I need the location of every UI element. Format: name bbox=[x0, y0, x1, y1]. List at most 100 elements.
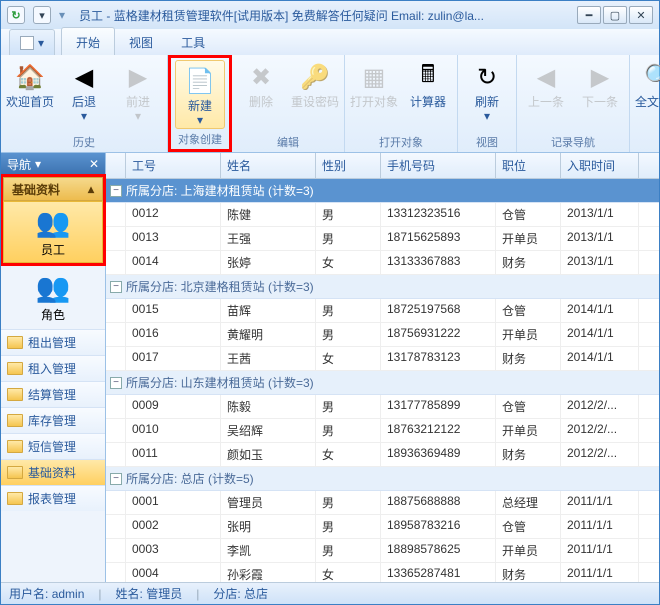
cell: 0010 bbox=[126, 419, 221, 442]
nav-item[interactable]: 短信管理 bbox=[1, 433, 105, 459]
prev-icon: ◀ bbox=[530, 61, 562, 93]
collapse-icon[interactable]: − bbox=[110, 185, 122, 197]
collapse-icon[interactable]: − bbox=[110, 281, 122, 293]
cell: 张明 bbox=[221, 515, 316, 538]
table-row[interactable]: 0002张明男18958783216仓管2011/1/1 bbox=[106, 515, 659, 539]
group-label: 视图 bbox=[462, 132, 512, 152]
column-header[interactable] bbox=[106, 153, 126, 178]
cell: 2014/1/1 bbox=[561, 299, 639, 322]
group-label: 编辑 bbox=[236, 132, 340, 152]
column-header[interactable]: 职位 bbox=[496, 153, 561, 178]
column-header[interactable]: 性别 bbox=[316, 153, 381, 178]
new-button[interactable]: 📄新建▾ bbox=[175, 60, 225, 129]
nav-item[interactable]: 结算管理 bbox=[1, 381, 105, 407]
column-header[interactable]: 手机号码 bbox=[381, 153, 496, 178]
table-row[interactable]: 0016黄耀明男18756931222开单员2014/1/1 bbox=[106, 323, 659, 347]
nav-item[interactable]: 基础资料 bbox=[1, 459, 105, 485]
collapse-icon[interactable]: − bbox=[110, 377, 122, 389]
cell: 0012 bbox=[126, 203, 221, 226]
table-row[interactable]: 0010吴绍辉男18763212122开单员2012/2/... bbox=[106, 419, 659, 443]
column-header[interactable]: 工号 bbox=[126, 153, 221, 178]
cell: 王强 bbox=[221, 227, 316, 250]
cell: 男 bbox=[316, 323, 381, 346]
cell: 男 bbox=[316, 491, 381, 514]
nav-section-header[interactable]: 基础资料 ▴ bbox=[3, 177, 103, 201]
nav-panel: 导航 ▾ ✕ 基础资料 ▴ 👥 员工 👥 角色 租出管理租入管理结算管理库存管理… bbox=[1, 153, 106, 582]
cell: 王茜 bbox=[221, 347, 316, 370]
tab-tools[interactable]: 工具 bbox=[167, 28, 219, 55]
cell: 0001 bbox=[126, 491, 221, 514]
cell: 仓管 bbox=[496, 203, 561, 226]
dropdown-icon[interactable]: ▾ bbox=[33, 6, 51, 24]
cell: 13133367883 bbox=[381, 251, 496, 274]
minimize-button[interactable]: ━ bbox=[577, 6, 601, 24]
cell: 18725197568 bbox=[381, 299, 496, 322]
group-row[interactable]: −所属分店: 总店 (计数=5) bbox=[106, 467, 659, 491]
collapse-icon[interactable]: − bbox=[110, 473, 122, 485]
cell: 2014/1/1 bbox=[561, 323, 639, 346]
table-row[interactable]: 0014张婷女13133367883财务2013/1/1 bbox=[106, 251, 659, 275]
nav-item[interactable]: 租出管理 bbox=[1, 329, 105, 355]
cell: 吴绍辉 bbox=[221, 419, 316, 442]
cell: 女 bbox=[316, 563, 381, 582]
refresh-icon[interactable]: ↻ bbox=[7, 6, 25, 24]
group-row[interactable]: −所属分店: 北京建格租赁站 (计数=3) bbox=[106, 275, 659, 299]
cell: 0011 bbox=[126, 443, 221, 466]
maximize-button[interactable]: ▢ bbox=[603, 6, 627, 24]
calc-button[interactable]: 🖩计算器 bbox=[403, 57, 453, 132]
folder-icon bbox=[7, 414, 23, 427]
table-row[interactable]: 0011颜如玉女18936369489财务2012/2/... bbox=[106, 443, 659, 467]
nav-current-employee[interactable]: 👥 员工 bbox=[3, 201, 103, 263]
nav-item[interactable]: 库存管理 bbox=[1, 407, 105, 433]
table-row[interactable]: 0009陈毅男13177785899仓管2012/2/... bbox=[106, 395, 659, 419]
nav-item[interactable]: 租入管理 bbox=[1, 355, 105, 381]
calc-icon: 🖩 bbox=[412, 61, 444, 93]
table-row[interactable]: 0017王茜女13178783123财务2014/1/1 bbox=[106, 347, 659, 371]
cell: 2011/1/1 bbox=[561, 563, 639, 582]
nav-pin-icon[interactable]: ▾ bbox=[35, 157, 41, 171]
next-button: ▶下一条 bbox=[575, 57, 625, 132]
nav-item-role[interactable]: 👥 角色 bbox=[1, 265, 105, 329]
back-button[interactable]: ◀后退▾ bbox=[59, 57, 109, 132]
cell: 0017 bbox=[126, 347, 221, 370]
cell: 13365287481 bbox=[381, 563, 496, 582]
close-button[interactable]: ✕ bbox=[629, 6, 653, 24]
cell: 财务 bbox=[496, 347, 561, 370]
table-row[interactable]: 0003李凯男18898578625开单员2011/1/1 bbox=[106, 539, 659, 563]
openobj-button: ▦打开对象 bbox=[349, 57, 399, 132]
column-header[interactable]: 姓名 bbox=[221, 153, 316, 178]
table-row[interactable]: 0012陈健男13312323516仓管2013/1/1 bbox=[106, 203, 659, 227]
data-grid[interactable]: 工号姓名性别手机号码职位入职时间 −所属分店: 上海建材租赁站 (计数=3)00… bbox=[106, 153, 659, 582]
welcome-button[interactable]: 🏠欢迎首页 bbox=[5, 57, 55, 132]
cell: 仓管 bbox=[496, 515, 561, 538]
column-header[interactable]: 入职时间 bbox=[561, 153, 639, 178]
new-icon: 📄 bbox=[184, 65, 216, 97]
table-row[interactable]: 0015苗辉男18725197568仓管2014/1/1 bbox=[106, 299, 659, 323]
fullsearch-button[interactable]: 🔍全文搜索 bbox=[634, 57, 660, 148]
window-title: 员工 - 蓝格建材租赁管理软件[试用版本] 免费解答任何疑问 Email: zu… bbox=[79, 7, 577, 24]
cell: 男 bbox=[316, 203, 381, 226]
resetpwd-button: 🔑重设密码 bbox=[290, 57, 340, 132]
resetpwd-icon: 🔑 bbox=[299, 61, 331, 93]
forward-icon: ▶ bbox=[122, 61, 154, 93]
folder-icon bbox=[7, 492, 23, 505]
refresh-icon: ↻ bbox=[471, 61, 503, 93]
app-menu-button[interactable]: ▾ bbox=[9, 29, 55, 55]
tab-view[interactable]: 视图 bbox=[115, 28, 167, 55]
cell: 2012/2/... bbox=[561, 443, 639, 466]
table-row[interactable]: 0004孙彩霞女13365287481财务2011/1/1 bbox=[106, 563, 659, 582]
folder-icon bbox=[7, 388, 23, 401]
cell: 男 bbox=[316, 539, 381, 562]
nav-close-icon[interactable]: ✕ bbox=[89, 157, 99, 171]
table-row[interactable]: 0001管理员男18875688888总经理2011/1/1 bbox=[106, 491, 659, 515]
nav-current-label: 员工 bbox=[41, 241, 65, 258]
openobj-icon: ▦ bbox=[358, 61, 390, 93]
refresh-button[interactable]: ↻刷新▾ bbox=[462, 57, 512, 132]
nav-item[interactable]: 报表管理 bbox=[1, 485, 105, 511]
group-row[interactable]: −所属分店: 山东建材租赁站 (计数=3) bbox=[106, 371, 659, 395]
group-row[interactable]: −所属分店: 上海建材租赁站 (计数=3) bbox=[106, 179, 659, 203]
cell: 开单员 bbox=[496, 539, 561, 562]
folder-icon bbox=[7, 440, 23, 453]
table-row[interactable]: 0013王强男18715625893开单员2013/1/1 bbox=[106, 227, 659, 251]
tab-start[interactable]: 开始 bbox=[61, 27, 115, 55]
